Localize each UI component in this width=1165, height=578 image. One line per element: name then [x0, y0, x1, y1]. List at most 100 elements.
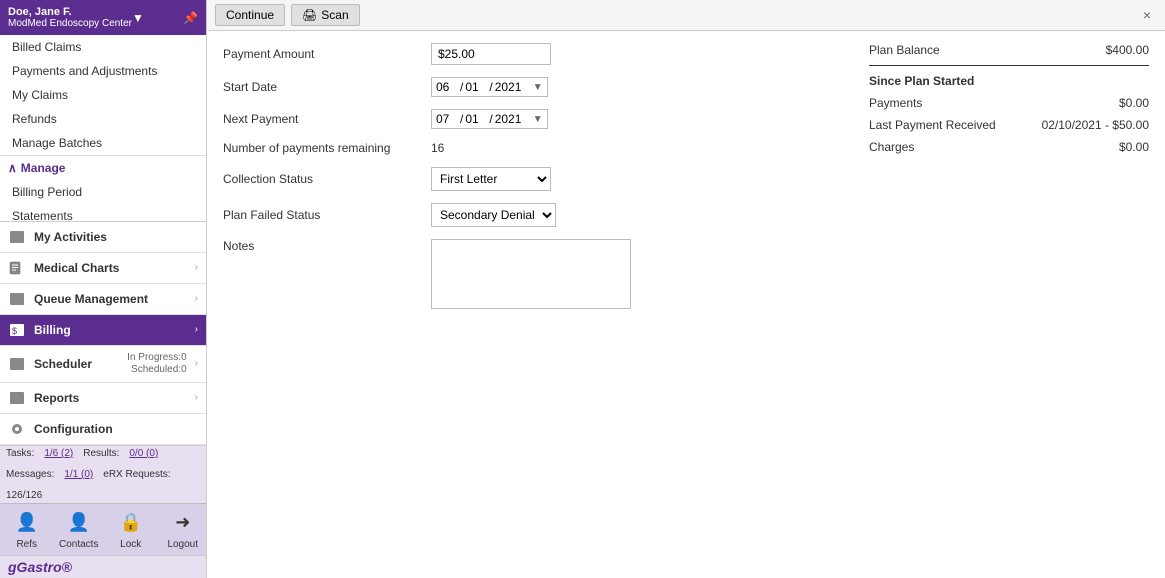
start-date-dropdown-icon[interactable]: ▼ [533, 82, 543, 93]
sidebar-item-manage-batches[interactable]: Manage Batches [0, 131, 206, 155]
next-payment-row: Next Payment / / ▼ [223, 109, 849, 129]
num-payments-row: Number of payments remaining 16 [223, 141, 849, 155]
num-payments-label: Number of payments remaining [223, 141, 423, 155]
payments-row: Payments $0.00 [869, 96, 1149, 110]
billing-icon: $ [8, 321, 26, 339]
plan-failed-row: Plan Failed Status Secondary Denial Insu… [223, 203, 849, 227]
date-sep-1: / [460, 80, 463, 94]
charges-value: $0.00 [1119, 140, 1149, 154]
billing-arrow-icon: › [195, 324, 198, 335]
plan-balance-row: Plan Balance $400.00 [869, 43, 1149, 57]
nav-item-queue-management[interactable]: Queue Management › [0, 284, 206, 315]
center-name: ModMed Endoscopy Center [8, 18, 132, 29]
svg-text:$: $ [12, 326, 17, 336]
contacts-icon: 👤 [65, 509, 93, 537]
scan-label: Scan [321, 8, 348, 22]
start-date-day[interactable] [465, 80, 487, 94]
scan-icon: 🖨 [302, 8, 317, 22]
start-date-input[interactable]: / / ▼ [431, 77, 548, 97]
right-panel: Plan Balance $400.00 Since Plan Started … [869, 43, 1149, 566]
notes-input[interactable] [431, 239, 631, 309]
user-name: Doe, Jane F. [8, 6, 132, 18]
refs-icon: 👤 [13, 509, 41, 537]
lock-button[interactable]: 🔒 Lock [113, 509, 149, 550]
plan-balance-value: $400.00 [1106, 43, 1149, 57]
main-content: Continue 🖨 Scan × Payment Amount Start D… [207, 0, 1165, 578]
nav-item-my-activities[interactable]: My Activities [0, 222, 206, 253]
my-activities-label: My Activities [34, 230, 198, 244]
next-payment-dropdown-icon[interactable]: ▼ [533, 114, 543, 125]
plan-balance-label: Plan Balance [869, 43, 940, 57]
queue-management-arrow-icon: › [195, 293, 198, 304]
logout-label: Logout [167, 539, 198, 550]
date-sep-4: / [489, 112, 492, 126]
next-payment-input[interactable]: / / ▼ [431, 109, 548, 129]
sidebar-item-billed-claims[interactable]: Billed Claims [0, 35, 206, 59]
configuration-label: Configuration [34, 422, 198, 436]
charges-label: Charges [869, 140, 914, 154]
num-payments-value: 16 [431, 141, 444, 155]
status-bar: Tasks: 1/6 (2) Results: 0/0 (0) Messages… [0, 445, 206, 503]
scheduler-icon [8, 355, 26, 373]
close-button[interactable]: × [1137, 5, 1157, 25]
form-area: Payment Amount Start Date / / ▼ [207, 31, 1165, 578]
payment-amount-input[interactable] [431, 43, 551, 65]
continue-button[interactable]: Continue [215, 4, 285, 26]
logout-icon: ➜ [169, 509, 197, 537]
next-payment-label: Next Payment [223, 112, 423, 126]
logout-button[interactable]: ➜ Logout [165, 509, 201, 550]
plan-failed-select[interactable]: Secondary Denial Insurance Denial Patien… [431, 203, 556, 227]
sidebar-item-statements[interactable]: Statements [0, 204, 206, 221]
nav-item-reports[interactable]: Reports › [0, 383, 206, 414]
queue-management-label: Queue Management [34, 292, 187, 306]
collection-status-select[interactable]: First Letter Second Letter Third Letter … [431, 167, 551, 191]
nav-item-billing[interactable]: $ Billing › [0, 315, 206, 346]
notes-label: Notes [223, 239, 423, 253]
nav-item-medical-charts[interactable]: Medical Charts › [0, 253, 206, 284]
nav-item-scheduler[interactable]: Scheduler In Progress:0 Scheduled:0 › [0, 346, 206, 383]
erx-label: eRX Requests: [103, 469, 170, 480]
sidebar-item-refunds[interactable]: Refunds [0, 107, 206, 131]
nav-item-configuration[interactable]: Configuration [0, 414, 206, 445]
collection-status-row: Collection Status First Letter Second Le… [223, 167, 849, 191]
refs-button[interactable]: 👤 Refs [9, 509, 45, 550]
last-payment-label: Last Payment Received [869, 118, 996, 132]
collection-status-label: Collection Status [223, 172, 423, 186]
start-date-month[interactable] [436, 80, 458, 94]
medical-charts-arrow-icon: › [195, 262, 198, 273]
pin-icon: 📌 [183, 11, 198, 25]
scan-button[interactable]: 🖨 Scan [291, 4, 360, 26]
sidebar-header[interactable]: Doe, Jane F. ModMed Endoscopy Center ▼ 📌 [0, 0, 206, 35]
payments-value: $0.00 [1119, 96, 1149, 110]
last-payment-value: 02/10/2021 - $50.00 [1042, 118, 1149, 132]
next-payment-month[interactable] [436, 112, 458, 126]
sidebar-item-my-claims[interactable]: My Claims [0, 83, 206, 107]
tasks-value[interactable]: 1/6 (2) [44, 448, 73, 459]
sidebar-dropdown-icon: ▼ [132, 11, 144, 25]
queue-management-icon [8, 290, 26, 308]
my-activities-icon [8, 228, 26, 246]
reports-label: Reports [34, 391, 187, 405]
next-payment-year[interactable] [495, 112, 531, 126]
scheduler-arrow-icon: › [195, 358, 198, 369]
manage-section-header[interactable]: ∧ Manage [0, 156, 206, 180]
payment-amount-row: Payment Amount [223, 43, 849, 65]
since-plan-header: Since Plan Started [869, 74, 1149, 88]
right-divider [869, 65, 1149, 66]
contacts-label: Contacts [59, 539, 98, 550]
form-left: Payment Amount Start Date / / ▼ [223, 43, 849, 566]
sidebar-item-payments-adjustments[interactable]: Payments and Adjustments [0, 59, 206, 83]
tasks-label: Tasks: [6, 448, 34, 459]
next-payment-day[interactable] [465, 112, 487, 126]
charges-row: Charges $0.00 [869, 140, 1149, 154]
messages-value[interactable]: 1/1 (0) [64, 469, 93, 480]
payment-amount-label: Payment Amount [223, 47, 423, 61]
app-logo: gGastro® [0, 555, 206, 578]
contacts-button[interactable]: 👤 Contacts [61, 509, 97, 550]
sidebar-item-billing-period[interactable]: Billing Period [0, 180, 206, 204]
start-date-year[interactable] [495, 80, 531, 94]
date-sep-2: / [489, 80, 492, 94]
manage-chevron-icon: ∧ [8, 161, 17, 175]
results-value[interactable]: 0/0 (0) [129, 448, 158, 459]
billing-label: Billing [34, 323, 187, 337]
